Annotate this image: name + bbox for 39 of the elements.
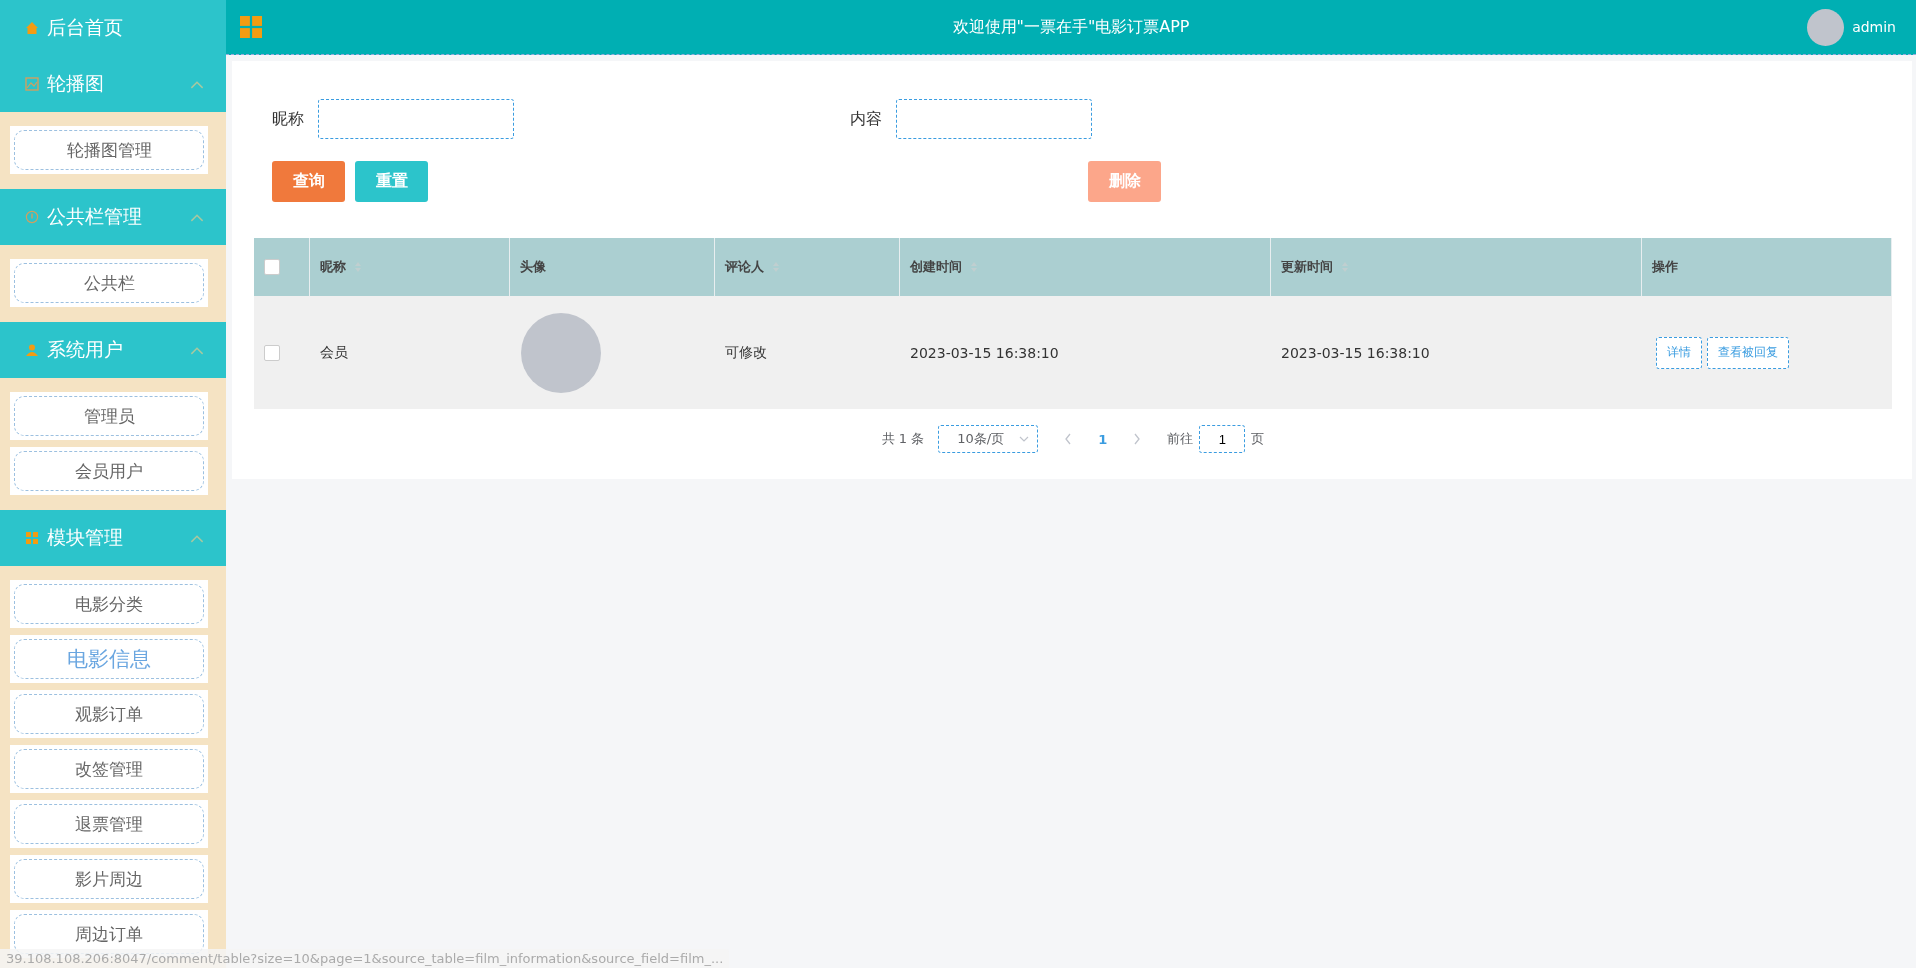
avatar[interactable] [1807,8,1845,46]
page-suffix: 页 [1251,430,1265,448]
user-icon [25,343,39,357]
action-button[interactable]: 详情 [1656,336,1702,369]
sidebar-item[interactable]: 改签管理 [14,749,204,789]
home-icon [25,21,39,35]
table-cell: 2023-03-15 16:38:10 [1281,344,1430,361]
page-size-select[interactable]: 10条/页 [938,425,1039,453]
sidebar-item[interactable]: 管理员 [14,396,204,436]
goto-label: 前往 [1167,430,1194,448]
total-count: 共 1 条 [881,430,925,448]
menu-icon[interactable] [240,16,262,38]
grid-icon [25,531,39,545]
sidebar-item[interactable]: 公共栏 [14,263,204,303]
next-page-icon[interactable] [1133,433,1142,445]
sidebar-item[interactable]: 会员用户 [14,451,204,491]
picture-icon [25,77,39,91]
sidebar-item[interactable]: 轮播图管理 [14,130,204,170]
input-field[interactable] [896,99,1092,139]
previous-page-icon[interactable] [1064,433,1073,445]
sidebar-item[interactable]: 影片周边 [14,859,204,899]
page-number[interactable]: 1 [1098,431,1108,447]
checkbox[interactable] [264,344,280,361]
sidebar-item[interactable]: 观影订单 [14,694,204,734]
field-label: 昵称 [272,108,304,130]
dropdown-caret-icon [1019,436,1030,442]
table-cell: 会员 [320,343,348,362]
action-button[interactable]: 查看被回复 [1707,336,1789,369]
table-cell: 可修改 [725,343,767,362]
checkbox[interactable] [264,259,280,275]
table-cell: 2023-03-15 16:38:10 [910,344,1059,361]
user-name: admin [1852,19,1896,35]
app-title: 欢迎使用"一票在手"电影订票APP [952,16,1190,38]
info-icon [25,210,39,224]
sidebar-item[interactable]: 退票管理 [14,804,204,844]
page-input[interactable]: 1 [1199,425,1246,453]
input-field[interactable] [318,99,514,139]
field-label: 内容 [850,108,882,130]
sidebar-item[interactable]: 电影分类 [14,584,204,624]
